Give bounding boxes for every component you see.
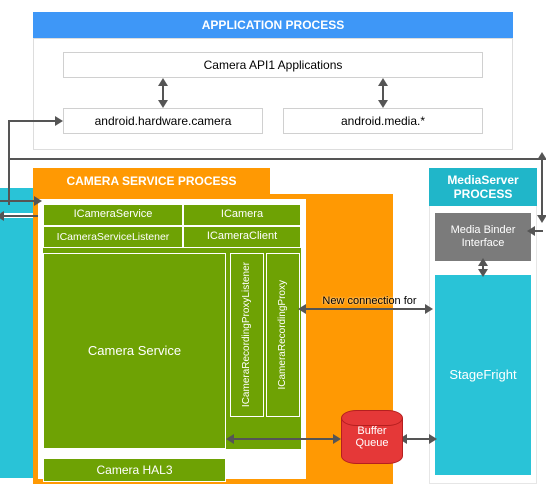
mediaserver-title: MediaServer PROCESS (430, 173, 536, 202)
arrow-hw-top (8, 120, 58, 122)
mediaserver-header: MediaServer PROCESS (429, 168, 537, 206)
camera-service-process-title: CAMERA SERVICE PROCESS (66, 174, 236, 188)
stagefright-box: StageFright (435, 275, 531, 475)
arrowhead-camsvc-buffer-r (333, 434, 341, 444)
arrow-left-bar-2 (0, 215, 38, 217)
icameraservicelistener-box: ICameraServiceListener (43, 226, 183, 248)
android-hardware-camera-box: android.hardware.camera (63, 108, 263, 134)
app-process-title: APPLICATION PROCESS (202, 18, 344, 32)
stagefright-label: StageFright (449, 367, 516, 383)
camera-hal3-label: Camera HAL3 (96, 463, 172, 477)
arrowhead-api-hw-down (158, 100, 168, 108)
buffer-queue: Buffer Queue (341, 410, 403, 464)
rec-proxy-listener-label: ICameraRecordingProxyListener (241, 262, 253, 407)
arrowhead-buffer-stagefright-r (429, 434, 437, 444)
icameraclient-label: ICameraClient (207, 230, 277, 243)
icameraclient-box: ICameraClient (183, 226, 301, 248)
icameraservice-box: ICameraService (43, 204, 183, 226)
media-binder-box: Media Binder Interface (435, 213, 531, 261)
android-hardware-camera-label: android.hardware.camera (95, 114, 232, 128)
arrowhead-recproxy-stagefright-l (298, 304, 306, 314)
android-media-label: android.media.* (341, 114, 425, 128)
media-binder-label: Media Binder Interface (436, 224, 530, 250)
icamera-label: ICamera (221, 208, 263, 221)
camera-service-label: Camera Service (88, 343, 181, 359)
arrow-recproxy-stagefright (304, 308, 429, 310)
arrowhead-binder-stagefright-up (478, 258, 488, 266)
camera-api-apps-label: Camera API1 Applications (204, 58, 343, 72)
rec-proxy-box: ICameraRecordingProxy (266, 253, 300, 417)
camera-api-apps-box: Camera API1 Applications (63, 52, 483, 78)
buffer-queue-label: Buffer Queue (341, 425, 403, 449)
icamera-box: ICamera (183, 204, 301, 226)
android-media-box: android.media.* (283, 108, 483, 134)
icameraservicelistener-label: ICameraServiceListener (57, 231, 170, 244)
app-process-header: APPLICATION PROCESS (33, 12, 513, 38)
arrow-app-bottom-right (541, 158, 543, 218)
arrow-hw-side (8, 120, 10, 205)
arrowhead-camsvc-buffer-l (226, 434, 234, 444)
arrowhead-binder-stagefright (478, 269, 488, 277)
arrowhead-api-media-up (378, 78, 388, 86)
camera-service-process-header: CAMERA SERVICE PROCESS (33, 168, 270, 194)
arrowhead-binder-top-h (527, 226, 535, 236)
arrowhead-app-bottom-right-up (537, 152, 546, 160)
arrowhead-left-bar-2 (0, 211, 4, 221)
arrowhead-api-media-down (378, 100, 388, 108)
arrow-left-bar-1 (0, 200, 38, 202)
left-bar-lower (0, 218, 33, 478)
icameraservice-label: ICameraService (74, 208, 153, 221)
rec-proxy-label: ICameraRecordingProxy (277, 280, 289, 390)
arrowhead-hw-top (55, 116, 63, 126)
arrow-app-bottom (8, 158, 543, 160)
conn-label: New connection for (312, 295, 427, 307)
arrow-binder-top (541, 218, 543, 220)
arrowhead-api-hw-up (158, 78, 168, 86)
camera-hal3-box: Camera HAL3 (43, 458, 226, 482)
arrow-camsvc-buffer (232, 438, 337, 440)
arrowhead-left-bar-1 (34, 196, 42, 206)
rec-proxy-listener-box: ICameraRecordingProxyListener (230, 253, 264, 417)
camera-service-box: Camera Service (43, 253, 226, 449)
